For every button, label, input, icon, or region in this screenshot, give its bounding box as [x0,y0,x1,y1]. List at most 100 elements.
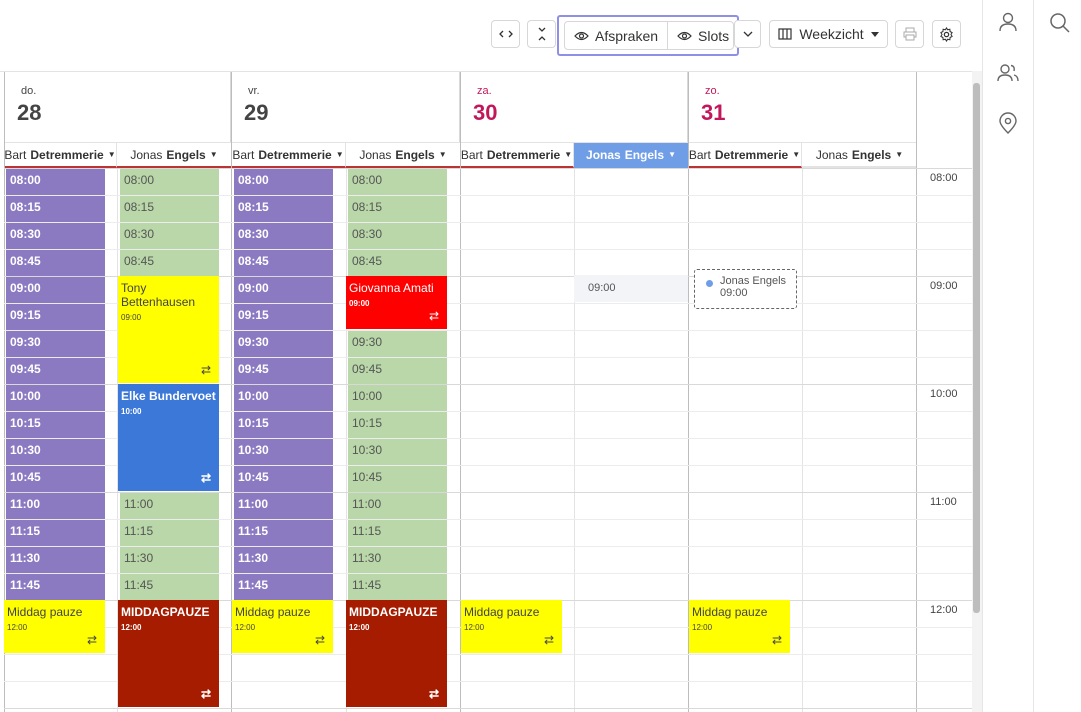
calendar-app: Afspraken Slots Weekzicht do. 28 vr. 29 … [0,0,1081,712]
repeat-icon: ⇄ [543,633,554,647]
slot-0830[interactable]: 08:30 [348,223,447,249]
slot-1100[interactable]: 11:00 [120,493,219,519]
slot-1115[interactable]: 11:15 [348,520,447,546]
slot-0900[interactable]: 09:00 [6,277,105,303]
slot-0845[interactable]: 08:45 [6,250,105,276]
slot-1015[interactable]: 10:15 [6,412,105,438]
slot-1015[interactable]: 10:15 [348,412,447,438]
resource-header-bart[interactable]: Bart Detremmerie ▼ [231,142,346,168]
appointment-middag-pauze[interactable]: Middag pauze 12:00 ⇄ [4,600,105,653]
slot-1130[interactable]: 11:30 [234,547,333,573]
resource-header-bart[interactable]: Bart Detremmerie ▼ [4,142,117,168]
slot-1145[interactable]: 11:45 [348,574,447,600]
slot-0815[interactable]: 08:15 [348,196,447,222]
print-button[interactable] [895,20,924,48]
slot-0945[interactable]: 09:45 [234,358,333,384]
slot-1030[interactable]: 10:30 [234,439,333,465]
calendar-scrollbar[interactable] [972,71,982,712]
slot-0800[interactable]: 08:00 [348,169,447,195]
appointment-middagpauze[interactable]: MIDDAGPAUZE 12:00 ⇄ [118,600,219,707]
dragged-appointment[interactable]: Jonas Engels 09:00 [694,269,797,309]
resource-header-jonas[interactable]: Jonas Engels ▼ [802,142,917,168]
slot-0815[interactable]: 08:15 [234,196,333,222]
slot-1030[interactable]: 10:30 [348,439,447,465]
slot-1045[interactable]: 10:45 [348,466,447,492]
slot-0845[interactable]: 08:45 [348,250,447,276]
slot-0945[interactable]: 09:45 [6,358,105,384]
slot-0930[interactable]: 09:30 [348,331,447,357]
weekview-dropdown[interactable]: Weekzicht [769,20,888,48]
day-header-29[interactable]: vr. 29 [231,72,460,142]
slot-1000[interactable]: 10:00 [6,385,105,411]
weekday-label: vr. [248,85,260,97]
resource-header-bart[interactable]: Bart Detremmerie ▼ [460,142,574,168]
appointment-time: 12:00 [464,623,485,632]
resource-header-jonas[interactable]: Jonas Engels ▼ [346,142,460,168]
resource-header-jonas[interactable]: Jonas Engels ▼ [117,142,231,168]
slot-1045[interactable]: 10:45 [6,466,105,492]
view-afspraken-button[interactable]: Afspraken [565,22,667,49]
slot-0930[interactable]: 09:30 [6,331,105,357]
slot-1115[interactable]: 11:15 [6,520,105,546]
slot-0830[interactable]: 08:30 [120,223,219,249]
slot-0915[interactable]: 09:15 [6,304,105,330]
slot-1030[interactable]: 10:30 [6,439,105,465]
resource-first-name: Bart [688,147,711,162]
slot-0830[interactable]: 08:30 [6,223,105,249]
resource-dot [706,280,713,287]
slot-0800[interactable]: 08:00 [120,169,219,195]
appointment-middag-pauze[interactable]: Middag pauze 12:00 ⇄ [689,600,790,653]
resource-header-jonas-active[interactable]: Jonas Engels ▼ [574,142,688,168]
slot-1145[interactable]: 11:45 [234,574,333,600]
slot-1130[interactable]: 11:30 [348,547,447,573]
slot-1000[interactable]: 10:00 [348,385,447,411]
user-icon[interactable] [997,11,1019,33]
appointment-time: 09:00 [349,299,370,308]
slot-1130[interactable]: 11:30 [120,547,219,573]
resource-header-bart[interactable]: Bart Detremmerie ▼ [688,142,802,168]
slot-0815[interactable]: 08:15 [6,196,105,222]
slot-1000[interactable]: 10:00 [234,385,333,411]
slot-1100[interactable]: 11:00 [348,493,447,519]
appointment-name: Middag pauze [235,605,311,619]
appointment-middag-pauze[interactable]: Middag pauze 12:00 ⇄ [232,600,333,653]
slot-1145[interactable]: 11:45 [6,574,105,600]
day-header-31[interactable]: zo. 31 [688,72,917,142]
slot-0930[interactable]: 09:30 [234,331,333,357]
slot-0945[interactable]: 09:45 [348,358,447,384]
day-header-30[interactable]: za. 30 [460,72,688,142]
slot-1045[interactable]: 10:45 [234,466,333,492]
slot-0830[interactable]: 08:30 [234,223,333,249]
appointment-middag-pauze[interactable]: Middag pauze 12:00 ⇄ [461,600,562,653]
view-slots-button[interactable]: Slots [667,22,738,49]
appointment-giovanna-amati[interactable]: Giovanna Amati 09:00 ⇄ [346,276,447,329]
slot-1130[interactable]: 11:30 [6,547,105,573]
slot-1115[interactable]: 11:15 [234,520,333,546]
slot-0800[interactable]: 08:00 [234,169,333,195]
slot-0845[interactable]: 08:45 [120,250,219,276]
location-pin-icon[interactable] [997,112,1019,134]
slot-0915[interactable]: 09:15 [234,304,333,330]
hover-slot[interactable]: 09:00 [574,275,688,302]
appointment-tony-bettenhausen[interactable]: Tony Bettenhausen 09:00 ⇄ [118,276,219,383]
slot-1115[interactable]: 11:15 [120,520,219,546]
slot-1015[interactable]: 10:15 [234,412,333,438]
slot-0845[interactable]: 08:45 [234,250,333,276]
slot-1145[interactable]: 11:45 [120,574,219,600]
settings-button[interactable] [932,20,961,48]
scrollbar-thumb[interactable] [973,83,980,613]
slot-0815[interactable]: 08:15 [120,196,219,222]
view-options-dropdown[interactable] [734,20,761,48]
slot-0800[interactable]: 08:00 [6,169,105,195]
repeat-icon: ⇄ [314,633,325,647]
appointment-elke-bundervoet[interactable]: Elke Bundervoet 10:00 ⇄ [118,384,219,491]
slot-0900[interactable]: 09:00 [234,277,333,303]
search-icon[interactable] [1049,12,1071,34]
expand-vertical-button[interactable] [527,20,556,48]
day-header-28[interactable]: do. 28 [4,72,231,142]
slot-1100[interactable]: 11:00 [6,493,105,519]
users-icon[interactable] [997,62,1019,84]
expand-horizontal-button[interactable] [491,20,520,48]
appointment-middagpauze[interactable]: MIDDAGPAUZE 12:00 ⇄ [346,600,447,707]
slot-1100[interactable]: 11:00 [234,493,333,519]
